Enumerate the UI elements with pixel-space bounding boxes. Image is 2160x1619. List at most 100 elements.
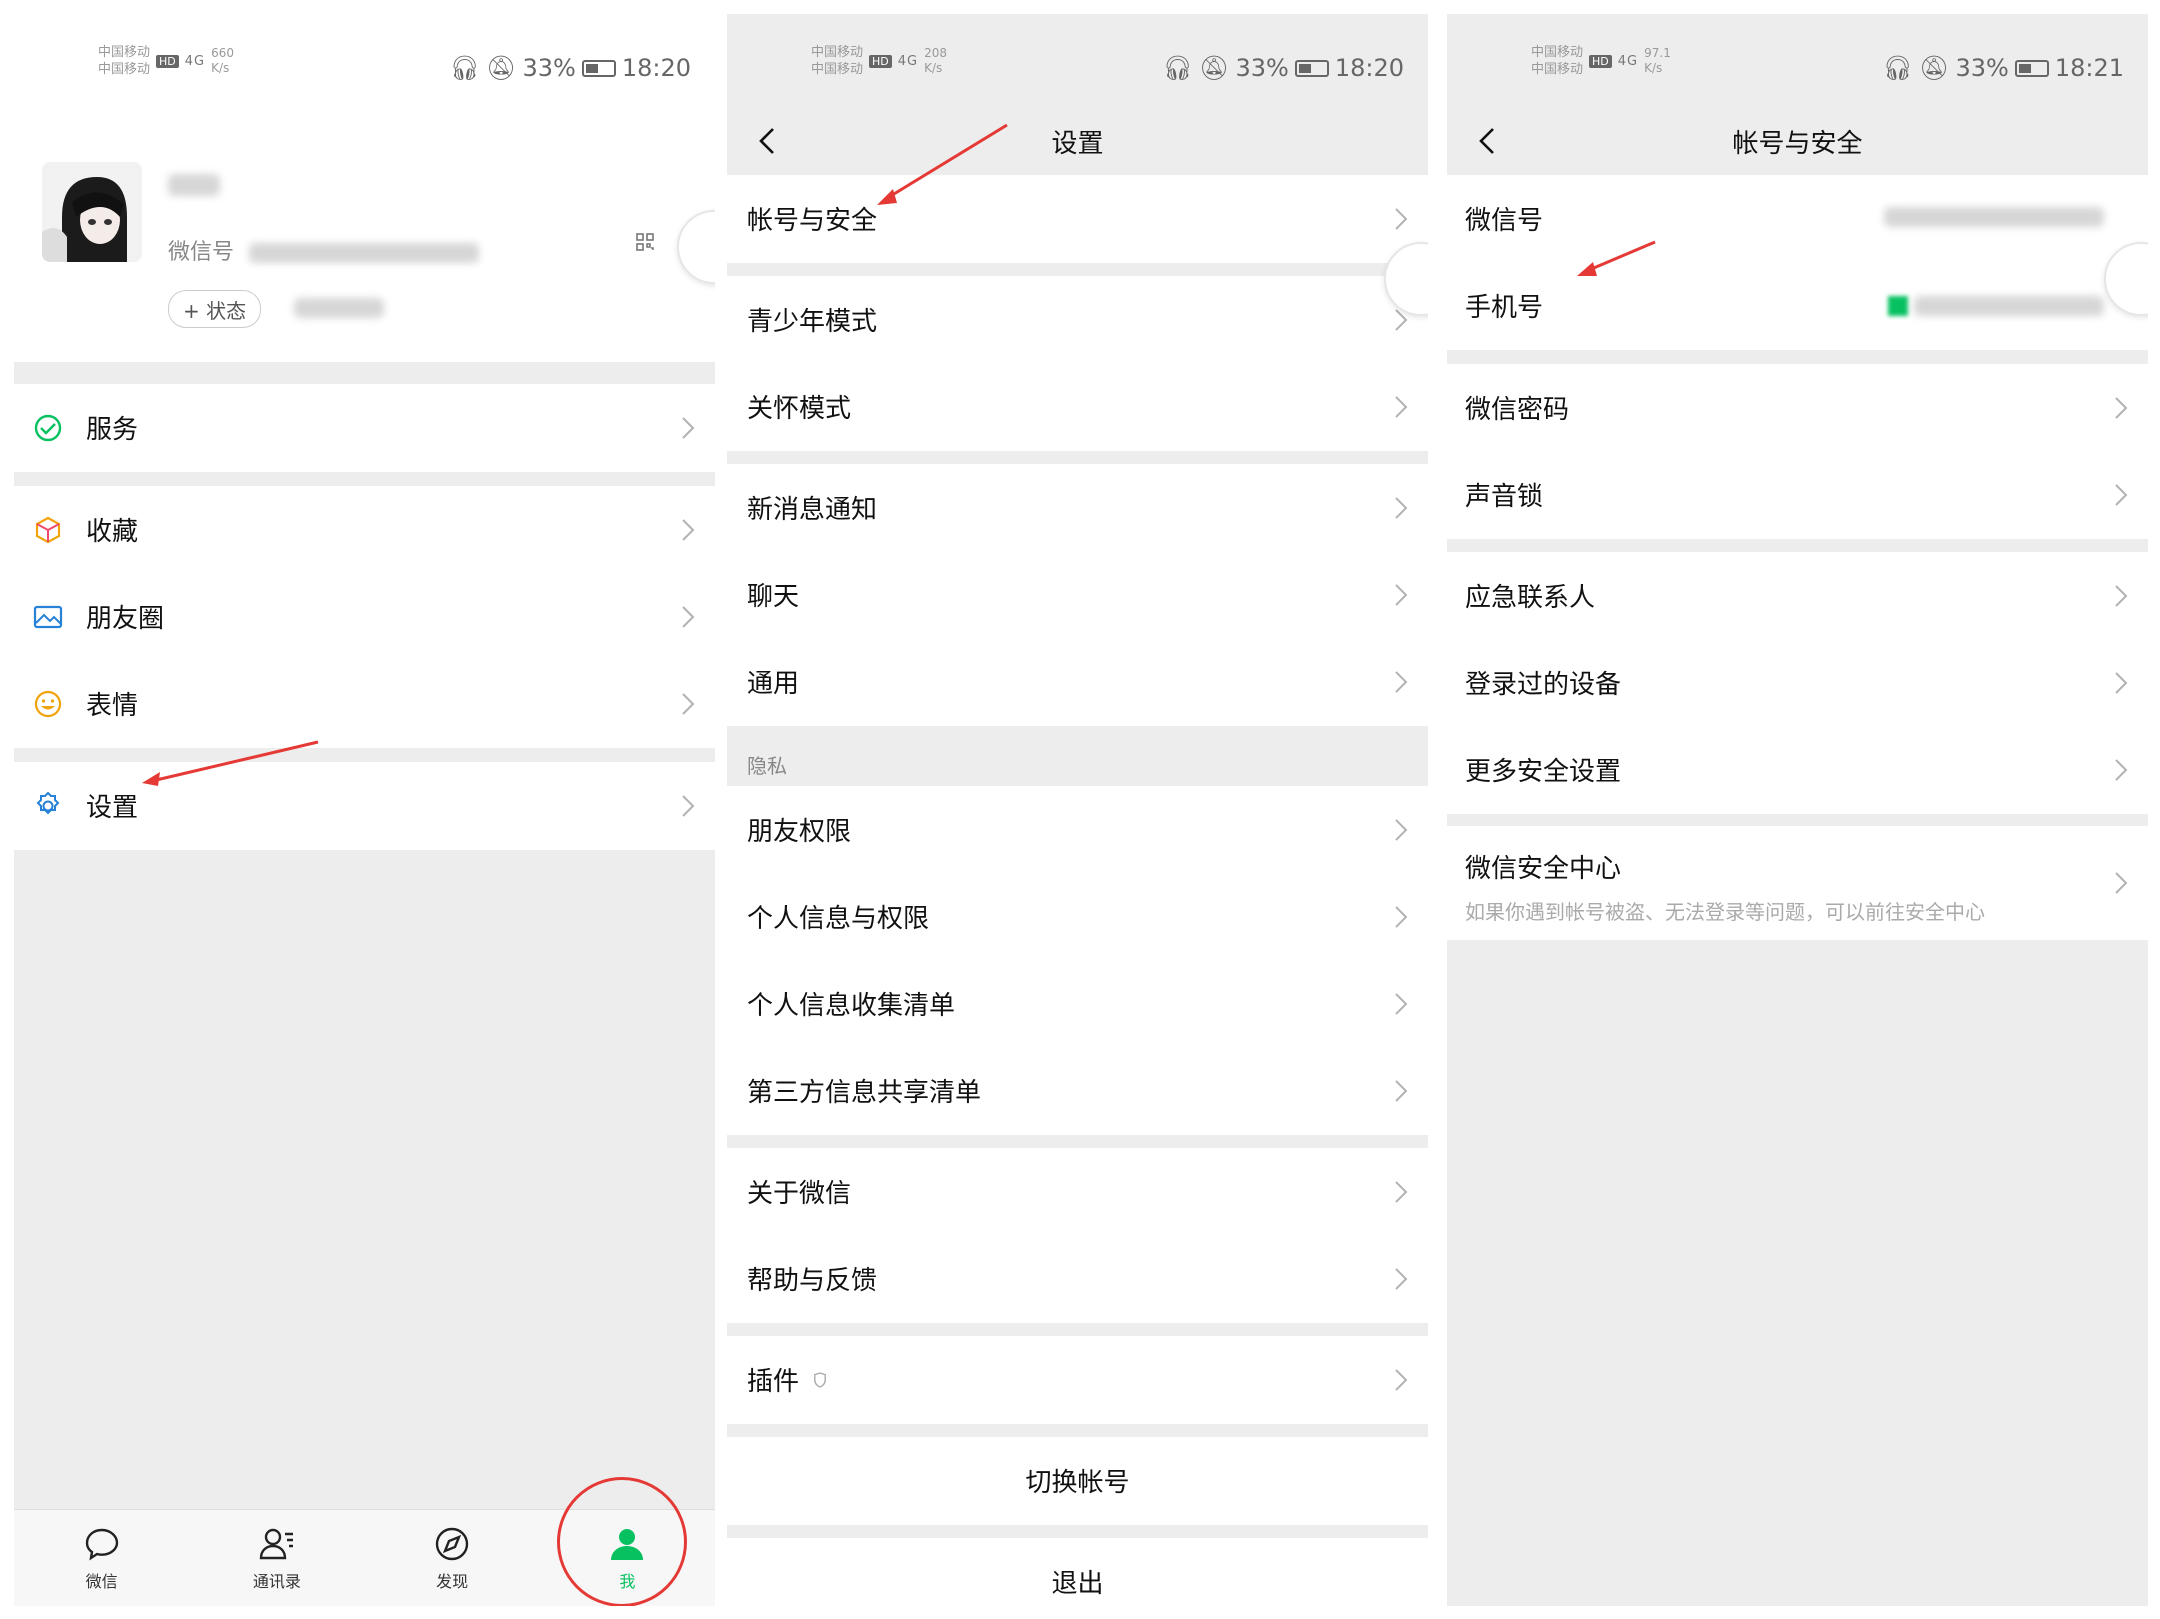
carrier-label: 中国移动: [98, 62, 151, 77]
menu-label: 朋友圈: [86, 604, 165, 634]
contacts-icon: [259, 1528, 293, 1560]
settings-item-chat[interactable]: 聊天: [727, 551, 1428, 638]
favorites-icon: [30, 512, 66, 548]
settings-item-third-party-sharing[interactable]: 第三方信息共享清单: [727, 1047, 1428, 1134]
signal-icon: 4G: [1617, 53, 1639, 69]
menu-item-favorites[interactable]: 收藏: [14, 486, 715, 573]
chevron-right-icon: [1394, 583, 1408, 607]
security-center-description: 如果你遇到帐号被盗、无法登录等问题，可以前往安全中心: [1465, 900, 1985, 924]
account-row-more-security[interactable]: 更多安全设置: [1447, 726, 2148, 813]
chevron-right-icon: [2114, 483, 2128, 507]
settings-item-help-feedback[interactable]: 帮助与反馈: [727, 1235, 1428, 1322]
password-group: 微信密码 声音锁: [1447, 364, 2148, 539]
service-icon: [30, 410, 66, 446]
service-group: 服务: [14, 384, 715, 472]
settings-item-care-mode[interactable]: 关怀模式: [727, 363, 1428, 450]
chevron-right-icon: [681, 518, 695, 542]
menu-item-moments[interactable]: 朋友圈: [14, 573, 715, 660]
account-row-label: 手机号: [1465, 293, 1544, 323]
chevron-right-icon: [2114, 671, 2128, 695]
back-arrow-icon[interactable]: [747, 121, 787, 161]
tab-me[interactable]: 我: [540, 1510, 715, 1606]
settings-group-plugins: 插件: [727, 1336, 1428, 1424]
settings-group-account: 帐号与安全: [727, 175, 1428, 263]
switch-account-group: 切换帐号: [727, 1437, 1428, 1525]
settings-item-notifications[interactable]: 新消息通知: [727, 464, 1428, 551]
navigation-bar: 帐号与安全: [1447, 109, 2148, 173]
account-info-group: 微信号 手机号: [1447, 175, 2148, 350]
mute-icon: 🔕︎: [486, 54, 517, 82]
signal-icon: 4G: [897, 53, 919, 69]
chevron-right-icon: [1394, 818, 1408, 842]
menu-item-settings[interactable]: 设置: [14, 762, 715, 849]
tab-chats[interactable]: 微信: [14, 1510, 189, 1606]
switch-account-button[interactable]: 切换帐号: [727, 1437, 1428, 1524]
account-row-password[interactable]: 微信密码: [1447, 364, 2148, 451]
logout-label: 退出: [1051, 1569, 1104, 1599]
settings-item-teen-mode[interactable]: 青少年模式: [727, 276, 1428, 363]
battery-percent: 33%: [1955, 54, 2009, 82]
settings-item-about[interactable]: 关于微信: [727, 1148, 1428, 1235]
settings-item-general[interactable]: 通用: [727, 638, 1428, 725]
tab-label: 微信: [85, 1572, 118, 1591]
account-row-label: 微信密码: [1465, 395, 1570, 425]
page-title: 帐号与安全: [1732, 129, 1863, 159]
profile-name: [168, 174, 220, 200]
settings-item-label: 第三方信息共享清单: [747, 1078, 982, 1108]
wechat-id-label: 微信号: [168, 240, 235, 265]
logout-button[interactable]: 退出: [727, 1538, 1428, 1606]
chevron-right-icon: [2114, 396, 2128, 420]
account-row-wechat-id[interactable]: 微信号: [1447, 175, 2148, 262]
chevron-right-icon: [1394, 496, 1408, 520]
settings-item-label: 新消息通知: [747, 495, 878, 525]
chevron-right-icon: [2114, 584, 2128, 608]
tab-label: 通讯录: [252, 1572, 301, 1591]
settings-item-friend-permissions[interactable]: 朋友权限: [727, 786, 1428, 873]
chevron-right-icon: [1394, 1267, 1408, 1291]
settings-item-label: 插件: [747, 1367, 800, 1397]
tab-discover[interactable]: 发现: [365, 1510, 540, 1606]
status-button[interactable]: + 状态: [168, 290, 262, 328]
chevron-right-icon: [681, 794, 695, 818]
network-speed: 208: [924, 46, 948, 60]
settings-item-label: 聊天: [747, 582, 800, 612]
account-security-screen: 中国移动 中国移动 HD 4G 97.1 K/s 🎧︎ 🔕︎ 33% 18:21…: [1447, 14, 2148, 1606]
wechat-id-value: [1884, 206, 2104, 231]
settings-item-account-security[interactable]: 帐号与安全: [727, 175, 1428, 262]
chevron-right-icon: [2114, 758, 2128, 782]
settings-item-label: 个人信息与权限: [747, 904, 930, 934]
account-row-label: 微信号: [1465, 206, 1544, 236]
network-speed: 97.1: [1644, 46, 1671, 60]
back-arrow-icon[interactable]: [1467, 121, 1507, 161]
qr-code-icon[interactable]: [635, 232, 655, 252]
settings-item-info-collection-list[interactable]: 个人信息收集清单: [727, 960, 1428, 1047]
discover-icon: [435, 1527, 469, 1561]
phone-value: [1888, 295, 2104, 316]
avatar[interactable]: [42, 162, 142, 262]
account-row-emergency-contacts[interactable]: 应急联系人: [1447, 552, 2148, 639]
menu-item-service[interactable]: 服务: [14, 384, 715, 471]
headphone-icon: 🎧︎: [1162, 54, 1194, 82]
tab-contacts[interactable]: 通讯录: [189, 1510, 364, 1606]
network-speed: 660: [211, 46, 235, 60]
settings-item-plugins[interactable]: 插件: [727, 1336, 1428, 1423]
menu-item-stickers[interactable]: 表情: [14, 660, 715, 747]
security-center-item[interactable]: 微信安全中心 如果你遇到帐号被盗、无法登录等问题，可以前往安全中心: [1447, 826, 2148, 940]
clock: 18:20: [1334, 54, 1404, 82]
hd-badge: HD: [869, 54, 892, 68]
menu-label: 收藏: [86, 517, 139, 547]
account-row-phone[interactable]: 手机号: [1447, 262, 2148, 349]
menu-label: 设置: [86, 793, 139, 823]
account-row-logged-in-devices[interactable]: 登录过的设备: [1447, 639, 2148, 726]
account-row-label: 声音锁: [1465, 482, 1544, 512]
section-header-privacy: 隐私: [727, 726, 1428, 786]
signal-icon: 4G: [184, 53, 206, 69]
settings-item-personal-info-permissions[interactable]: 个人信息与权限: [727, 873, 1428, 960]
settings-group-modes: 青少年模式 关怀模式: [727, 276, 1428, 451]
account-row-label: 登录过的设备: [1465, 670, 1622, 700]
headphone-icon: 🎧︎: [1882, 54, 1914, 82]
account-row-label: 应急联系人: [1465, 583, 1596, 613]
chevron-right-icon: [1394, 1079, 1408, 1103]
security-group: 应急联系人 登录过的设备 更多安全设置: [1447, 552, 2148, 814]
account-row-voice-lock[interactable]: 声音锁: [1447, 451, 2148, 538]
